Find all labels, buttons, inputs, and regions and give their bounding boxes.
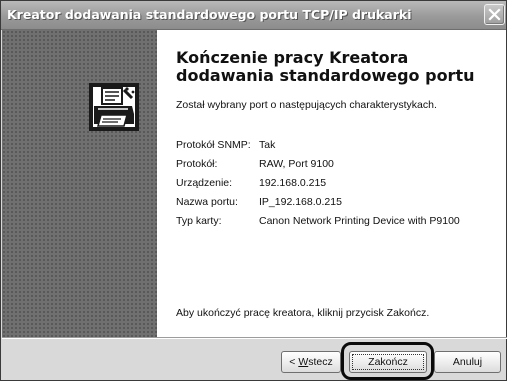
cancel-button[interactable]: Anuluj (434, 351, 501, 373)
detail-label: Protokół: (176, 158, 218, 170)
page-title-line-2: dodawania standardowego portu (176, 66, 475, 85)
finish-button-label: Zakończ (352, 354, 424, 370)
wizard-content: Kończenie pracy Kreatora dodawania stand… (157, 30, 506, 337)
back-button[interactable]: < Wstecz (281, 351, 341, 373)
close-button[interactable] (484, 4, 505, 25)
detail-label: Protokół SNMP: (176, 139, 251, 151)
page-title: Kończenie pracy Kreatora dodawania stand… (176, 49, 496, 85)
detail-value: Canon Network Printing Device with P9100 (259, 215, 460, 227)
detail-label: Typ karty: (176, 215, 222, 227)
detail-value: Tak (259, 139, 276, 151)
detail-value: IP_192.168.0.215 (259, 196, 342, 208)
title-bar[interactable]: Kreator dodawania standardowego portu TC… (1, 1, 506, 30)
footer-divider (2, 337, 507, 339)
detail-value: RAW, Port 9100 (259, 158, 334, 170)
back-button-label: stecz (308, 356, 333, 368)
wizard-sidebar-panel (2, 30, 157, 337)
wizard-window: Kreator dodawania standardowego portu TC… (0, 0, 507, 381)
back-button-accelerator: W (298, 356, 309, 368)
finish-instruction-text: Aby ukończyć pracę kreatora, kliknij prz… (176, 307, 430, 319)
printer-wizard-icon (89, 83, 139, 131)
finish-button[interactable]: Zakończ (349, 351, 427, 373)
detail-label: Nazwa portu: (176, 196, 238, 208)
window-title: Kreator dodawania standardowego portu TC… (7, 7, 412, 22)
intro-text: Został wybrany port o następujących char… (176, 99, 437, 111)
close-icon (488, 8, 501, 21)
back-button-prefix: < (289, 356, 299, 368)
page-title-line-1: Kończenie pracy Kreatora (176, 48, 409, 67)
detail-value: 192.168.0.215 (259, 177, 327, 189)
detail-label: Urządzenie: (176, 177, 233, 189)
